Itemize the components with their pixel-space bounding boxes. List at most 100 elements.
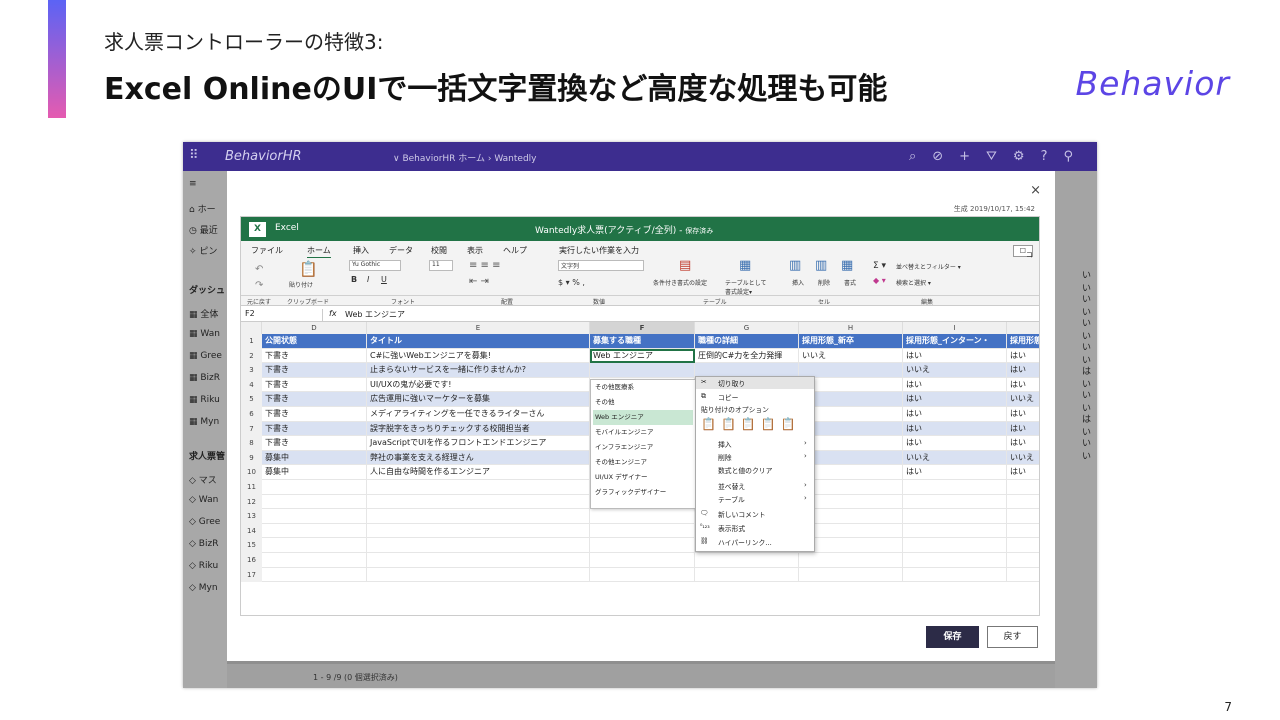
- ctx-new-comment[interactable]: 新しいコメント: [718, 509, 766, 519]
- table-cell[interactable]: メディアライティングを一任できるライターさん: [367, 407, 590, 422]
- empty-cell[interactable]: [1007, 495, 1039, 510]
- empty-cell[interactable]: [903, 538, 1007, 553]
- bold-button[interactable]: B: [351, 275, 357, 284]
- dropdown-option[interactable]: その他エンジニア: [593, 455, 693, 470]
- empty-cell[interactable]: [590, 523, 695, 539]
- table-cell[interactable]: はい: [903, 348, 1007, 364]
- close-icon[interactable]: ×: [1030, 183, 1041, 198]
- empty-cell[interactable]: [262, 523, 367, 539]
- find-select-button[interactable]: 検索と選択 ▾: [896, 278, 931, 287]
- empty-cell[interactable]: [1007, 568, 1039, 583]
- table-cell[interactable]: 止まらないサービスを一緒に作りませんか?: [367, 363, 590, 378]
- table-cell[interactable]: 下書き: [262, 421, 367, 437]
- table-cell[interactable]: はい: [903, 377, 1007, 393]
- empty-cell[interactable]: [590, 567, 695, 583]
- save-button[interactable]: 保存: [926, 626, 979, 648]
- hamburger-icon[interactable]: ≡: [189, 179, 197, 189]
- table-cell[interactable]: いいえ: [903, 363, 1007, 378]
- table-cell[interactable]: C#に強いWebエンジニアを募集!: [367, 348, 590, 364]
- empty-cell[interactable]: [367, 567, 590, 583]
- table-cell[interactable]: はい: [1007, 378, 1039, 393]
- table-header-cell[interactable]: 採用形態_新卒: [799, 334, 903, 349]
- table-cell[interactable]: はい: [1007, 363, 1039, 378]
- empty-cell[interactable]: [590, 509, 695, 524]
- formula-input[interactable]: Web エンジニア: [345, 309, 405, 320]
- empty-cell[interactable]: [903, 553, 1007, 568]
- table-cell[interactable]: 下書き: [262, 392, 367, 407]
- menu-home[interactable]: ホーム: [307, 245, 331, 259]
- column-header[interactable]: D: [262, 322, 367, 334]
- empty-cell[interactable]: [367, 480, 590, 495]
- sidebar-item-master[interactable]: ◇ マス: [189, 473, 217, 486]
- ctx-hyperlink[interactable]: ハイパーリンク...: [718, 537, 772, 547]
- empty-cell[interactable]: [590, 538, 695, 553]
- empty-cell[interactable]: [903, 567, 1007, 583]
- table-header-cell[interactable]: 採用形態_インターン・: [903, 334, 1007, 349]
- sort-filter-button[interactable]: 並べ替えとフィルター ▾: [896, 262, 961, 271]
- column-header[interactable]: F: [590, 322, 695, 334]
- ctx-delete[interactable]: 削除: [718, 452, 732, 462]
- insert-cells-button[interactable]: 挿入: [792, 278, 804, 287]
- ctx-table[interactable]: テーブル: [718, 494, 745, 504]
- sidebar-item-gree[interactable]: ▦ Gree: [189, 351, 222, 361]
- undo-icon[interactable]: ↶: [255, 264, 263, 275]
- empty-cell[interactable]: [1007, 553, 1039, 568]
- sidebar-item-riku[interactable]: ▦ Riku: [189, 395, 220, 405]
- paste-options-icons[interactable]: 📋📋📋📋📋: [701, 417, 801, 431]
- dropdown-option[interactable]: グラフィックデザイナー: [593, 485, 693, 500]
- conditional-format-button[interactable]: 条件付き書式の設定: [653, 278, 707, 287]
- table-cell[interactable]: 下書き: [262, 377, 367, 393]
- table-cell[interactable]: はい: [903, 421, 1007, 437]
- empty-cell[interactable]: [1007, 480, 1039, 495]
- menu-review[interactable]: 校閲: [431, 245, 447, 256]
- table-cell[interactable]: はい: [903, 465, 1007, 480]
- row-number[interactable]: 4: [241, 377, 262, 393]
- empty-cell[interactable]: [1007, 538, 1039, 553]
- table-format-button[interactable]: テーブルとして 書式設定▾: [725, 278, 766, 296]
- table-format-icon[interactable]: ▦: [739, 258, 751, 273]
- table-cell[interactable]: いいえ: [903, 450, 1007, 466]
- row-number[interactable]: 13: [241, 509, 262, 524]
- font-name-select[interactable]: Yu Gothic: [349, 260, 401, 271]
- column-header[interactable]: I: [903, 322, 1007, 334]
- insert-cells-icon[interactable]: ▥: [789, 258, 801, 273]
- row-number[interactable]: 17: [241, 567, 262, 583]
- row-number[interactable]: 7: [241, 421, 262, 437]
- table-header-cell[interactable]: 職種の詳細: [695, 334, 799, 349]
- empty-cell[interactable]: [799, 567, 903, 583]
- table-cell[interactable]: [590, 363, 695, 378]
- sidebar-item-pinned[interactable]: ✧ ピン: [189, 244, 217, 257]
- dropdown-option[interactable]: モバイルエンジニア: [593, 425, 693, 440]
- paste-button[interactable]: 貼り付け: [289, 280, 313, 289]
- sidebar-item-wan-2[interactable]: ◇ Wan: [189, 495, 218, 505]
- delete-cells-button[interactable]: 削除: [818, 278, 830, 287]
- dropdown-option[interactable]: UI/UX デザイナー: [593, 470, 693, 485]
- row-number[interactable]: 15: [241, 538, 262, 553]
- menu-help[interactable]: ヘルプ: [503, 245, 527, 256]
- empty-cell[interactable]: [262, 480, 367, 495]
- empty-cell[interactable]: [903, 494, 1007, 510]
- table-cell[interactable]: 下書き: [262, 363, 367, 378]
- table-cell[interactable]: はい: [1007, 436, 1039, 451]
- table-cell[interactable]: 広告運用に強いマーケターを募集: [367, 392, 590, 407]
- table-header-cell[interactable]: 採用形態_: [1007, 334, 1039, 349]
- conditional-format-icon[interactable]: ▤: [679, 258, 691, 273]
- empty-cell[interactable]: [367, 509, 590, 524]
- paste-icon[interactable]: 📋: [299, 260, 318, 278]
- table-cell[interactable]: 下書き: [262, 348, 367, 364]
- row-number[interactable]: 10: [241, 465, 262, 480]
- breadcrumb[interactable]: ∨ BehaviorHR ホーム › Wantedly: [393, 151, 537, 164]
- ctx-cut[interactable]: 切り取り: [718, 378, 745, 388]
- comment-button[interactable]: ☐ コメント: [1012, 245, 1033, 289]
- empty-cell[interactable]: [903, 523, 1007, 539]
- dropdown-option[interactable]: その他医療系: [593, 380, 693, 395]
- align-icons[interactable]: ≡ ≡ ≡: [469, 260, 501, 271]
- row-number[interactable]: 2: [241, 348, 262, 364]
- sidebar-item-bizr-2[interactable]: ◇ BizR: [189, 539, 218, 549]
- clear-icon[interactable]: ◆ ▾: [873, 276, 886, 285]
- sidebar-item-home[interactable]: ⌂ ホー: [189, 202, 216, 215]
- table-header-cell[interactable]: 募集する職種: [590, 334, 695, 349]
- column-header[interactable]: E: [367, 322, 590, 334]
- table-cell[interactable]: 下書き: [262, 407, 367, 422]
- empty-cell[interactable]: [262, 553, 367, 568]
